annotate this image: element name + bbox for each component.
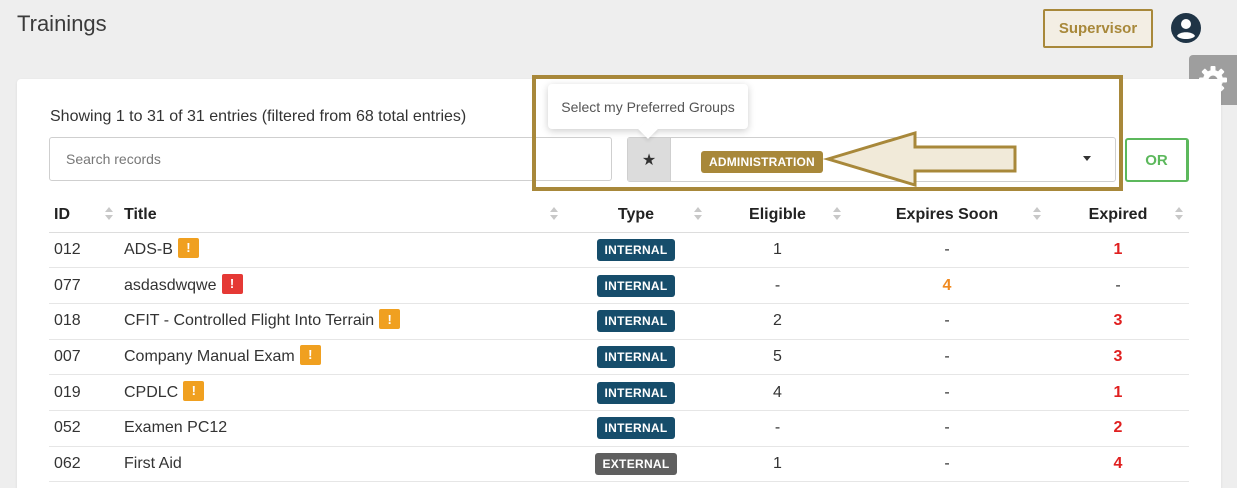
exclamation-icon: ! (379, 309, 401, 330)
star-icon[interactable]: ★ (628, 138, 671, 181)
cell-eligible: - (708, 410, 847, 447)
chevron-down-icon[interactable] (1083, 156, 1091, 161)
cell-eligible: 5 (708, 339, 847, 376)
exclamation-icon: ! (221, 273, 243, 294)
cell-type: EXTERNAL (564, 446, 708, 483)
type-badge: INTERNAL (597, 345, 675, 368)
cell-expires-soon: - (847, 446, 1047, 483)
column-header-id[interactable]: ID (49, 198, 119, 233)
cell-id: 012 (49, 232, 119, 269)
sort-icon[interactable] (105, 207, 113, 221)
sort-icon[interactable] (833, 207, 841, 221)
cell-title[interactable]: Company Manual Exam! (119, 339, 564, 376)
table-row[interactable]: 019 CPDLC! INTERNAL 4-1 (49, 374, 1189, 411)
cell-id: 019 (49, 374, 119, 411)
table-row[interactable]: 007 Company Manual Exam! INTERNAL 5-3 (49, 339, 1189, 376)
training-title[interactable]: CPDLC (124, 384, 178, 401)
column-header-title[interactable]: Title (119, 198, 564, 233)
training-title[interactable]: asdasdwqwe (124, 277, 217, 294)
cell-type: INTERNAL (564, 303, 708, 340)
cell-title[interactable]: ADS-B! (119, 232, 564, 269)
type-badge: INTERNAL (597, 310, 675, 333)
cell-expired: 1 (1047, 232, 1189, 269)
type-badge: EXTERNAL (595, 452, 677, 475)
column-header-expires-soon[interactable]: Expires Soon (847, 198, 1047, 233)
or-toggle-button[interactable]: OR (1125, 138, 1189, 182)
selected-group-tag[interactable]: ADMINISTRATION (701, 151, 823, 173)
cell-expires-soon: - (847, 303, 1047, 340)
cell-eligible: - (708, 267, 847, 304)
cell-type: INTERNAL (564, 410, 708, 447)
training-title[interactable]: First Aid (124, 455, 182, 472)
cell-expired: 1 (1047, 374, 1189, 411)
training-title[interactable]: Company Manual Exam (124, 348, 295, 365)
entries-info: Showing 1 to 31 of 31 entries (filtered … (50, 108, 467, 125)
preferred-groups-select[interactable]: ★ ADMINISTRATION (627, 137, 1116, 182)
table-row[interactable]: 012 ADS-B! INTERNAL 1-1 (49, 232, 1189, 269)
cell-id: 077 (49, 267, 119, 304)
cell-expired: 2 (1047, 410, 1189, 447)
cell-expired: 3 (1047, 339, 1189, 376)
cell-expires-soon: - (847, 339, 1047, 376)
preferred-groups-tooltip: Select my Preferred Groups (548, 84, 748, 129)
cell-title[interactable]: First Aid (119, 446, 564, 483)
cell-eligible: 1 (708, 232, 847, 269)
table-row[interactable]: 062 First Aid EXTERNAL 1-4 (49, 446, 1189, 483)
training-title[interactable]: ADS-B (124, 241, 173, 258)
cell-expired: - (1047, 267, 1189, 304)
training-title[interactable]: CFIT - Controlled Flight Into Terrain (124, 312, 374, 329)
cell-id: 062 (49, 446, 119, 483)
cell-title[interactable]: Examen PC12 (119, 410, 564, 447)
exclamation-icon: ! (177, 237, 199, 258)
table-row[interactable]: 018 CFIT - Controlled Flight Into Terrain… (49, 303, 1189, 340)
cell-type: INTERNAL (564, 232, 708, 269)
table-row[interactable]: 077 asdasdwqwe! INTERNAL -4- (49, 267, 1189, 304)
training-title[interactable]: Examen PC12 (124, 419, 227, 436)
sort-icon[interactable] (1033, 207, 1041, 221)
sort-icon[interactable] (550, 207, 558, 221)
cell-title[interactable]: CFIT - Controlled Flight Into Terrain! (119, 303, 564, 340)
cell-expired: 3 (1047, 303, 1189, 340)
cell-expires-soon: - (847, 410, 1047, 447)
cell-type: INTERNAL (564, 267, 708, 304)
cell-eligible: 1 (708, 446, 847, 483)
column-header-eligible[interactable]: Eligible (708, 198, 847, 233)
table-row[interactable]: 052 Examen PC12 INTERNAL - -2 (49, 410, 1189, 447)
cell-title[interactable]: CPDLC! (119, 374, 564, 411)
account-circle-icon[interactable] (1170, 12, 1202, 44)
trainings-table: ID Title Type Eligible Expires Soon Expi… (49, 198, 1189, 483)
supervisor-button[interactable]: Supervisor (1043, 9, 1153, 48)
sort-icon[interactable] (694, 207, 702, 221)
cell-expires-soon: - (847, 232, 1047, 269)
search-input[interactable] (49, 137, 612, 181)
column-header-type[interactable]: Type (564, 198, 708, 233)
cell-id: 052 (49, 410, 119, 447)
cell-id: 007 (49, 339, 119, 376)
cell-expires-soon: 4 (847, 267, 1047, 304)
type-badge: INTERNAL (597, 238, 675, 261)
cell-eligible: 2 (708, 303, 847, 340)
exclamation-icon: ! (183, 380, 205, 401)
cell-type: INTERNAL (564, 339, 708, 376)
cell-id: 018 (49, 303, 119, 340)
type-badge: INTERNAL (597, 381, 675, 404)
sort-icon[interactable] (1175, 207, 1183, 221)
cell-expires-soon: - (847, 374, 1047, 411)
cell-eligible: 4 (708, 374, 847, 411)
cell-title[interactable]: asdasdwqwe! (119, 267, 564, 304)
column-header-expired[interactable]: Expired (1047, 198, 1189, 233)
table-header-row: ID Title Type Eligible Expires Soon Expi… (49, 198, 1189, 233)
exclamation-icon: ! (299, 344, 321, 365)
cell-expired: 4 (1047, 446, 1189, 483)
page-title: Trainings (17, 11, 107, 36)
cell-type: INTERNAL (564, 374, 708, 411)
type-badge: INTERNAL (597, 274, 675, 297)
type-badge: INTERNAL (597, 417, 675, 440)
